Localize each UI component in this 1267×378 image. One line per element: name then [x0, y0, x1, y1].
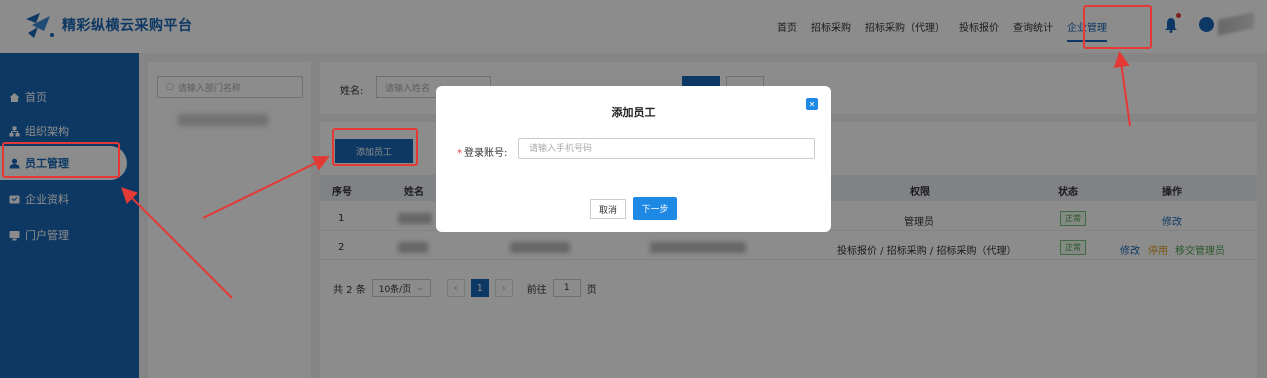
app-root: 精彩纵横云采购平台 首页 招标采购 招标采购（代理） 投标报价 查询统计 企业管…	[0, 0, 1267, 378]
next-step-button[interactable]: 下一步	[633, 197, 677, 220]
dialog-title: 添加员工	[611, 106, 656, 119]
login-account-label: * 登录账号:	[457, 144, 507, 159]
highlight-box-add-employee	[332, 128, 418, 166]
required-asterisk: *	[457, 148, 462, 159]
login-account-input[interactable]	[518, 138, 815, 159]
login-account-label-text: 登录账号:	[464, 148, 508, 159]
add-employee-dialog: 添加员工 ✕ *登录账号: 取消 下一步	[436, 86, 831, 232]
cancel-button[interactable]: 取消	[590, 199, 626, 219]
highlight-box-employee-menu	[2, 142, 120, 178]
close-icon[interactable]: ✕	[806, 98, 818, 110]
highlight-box-enterprise-nav	[1083, 5, 1152, 49]
